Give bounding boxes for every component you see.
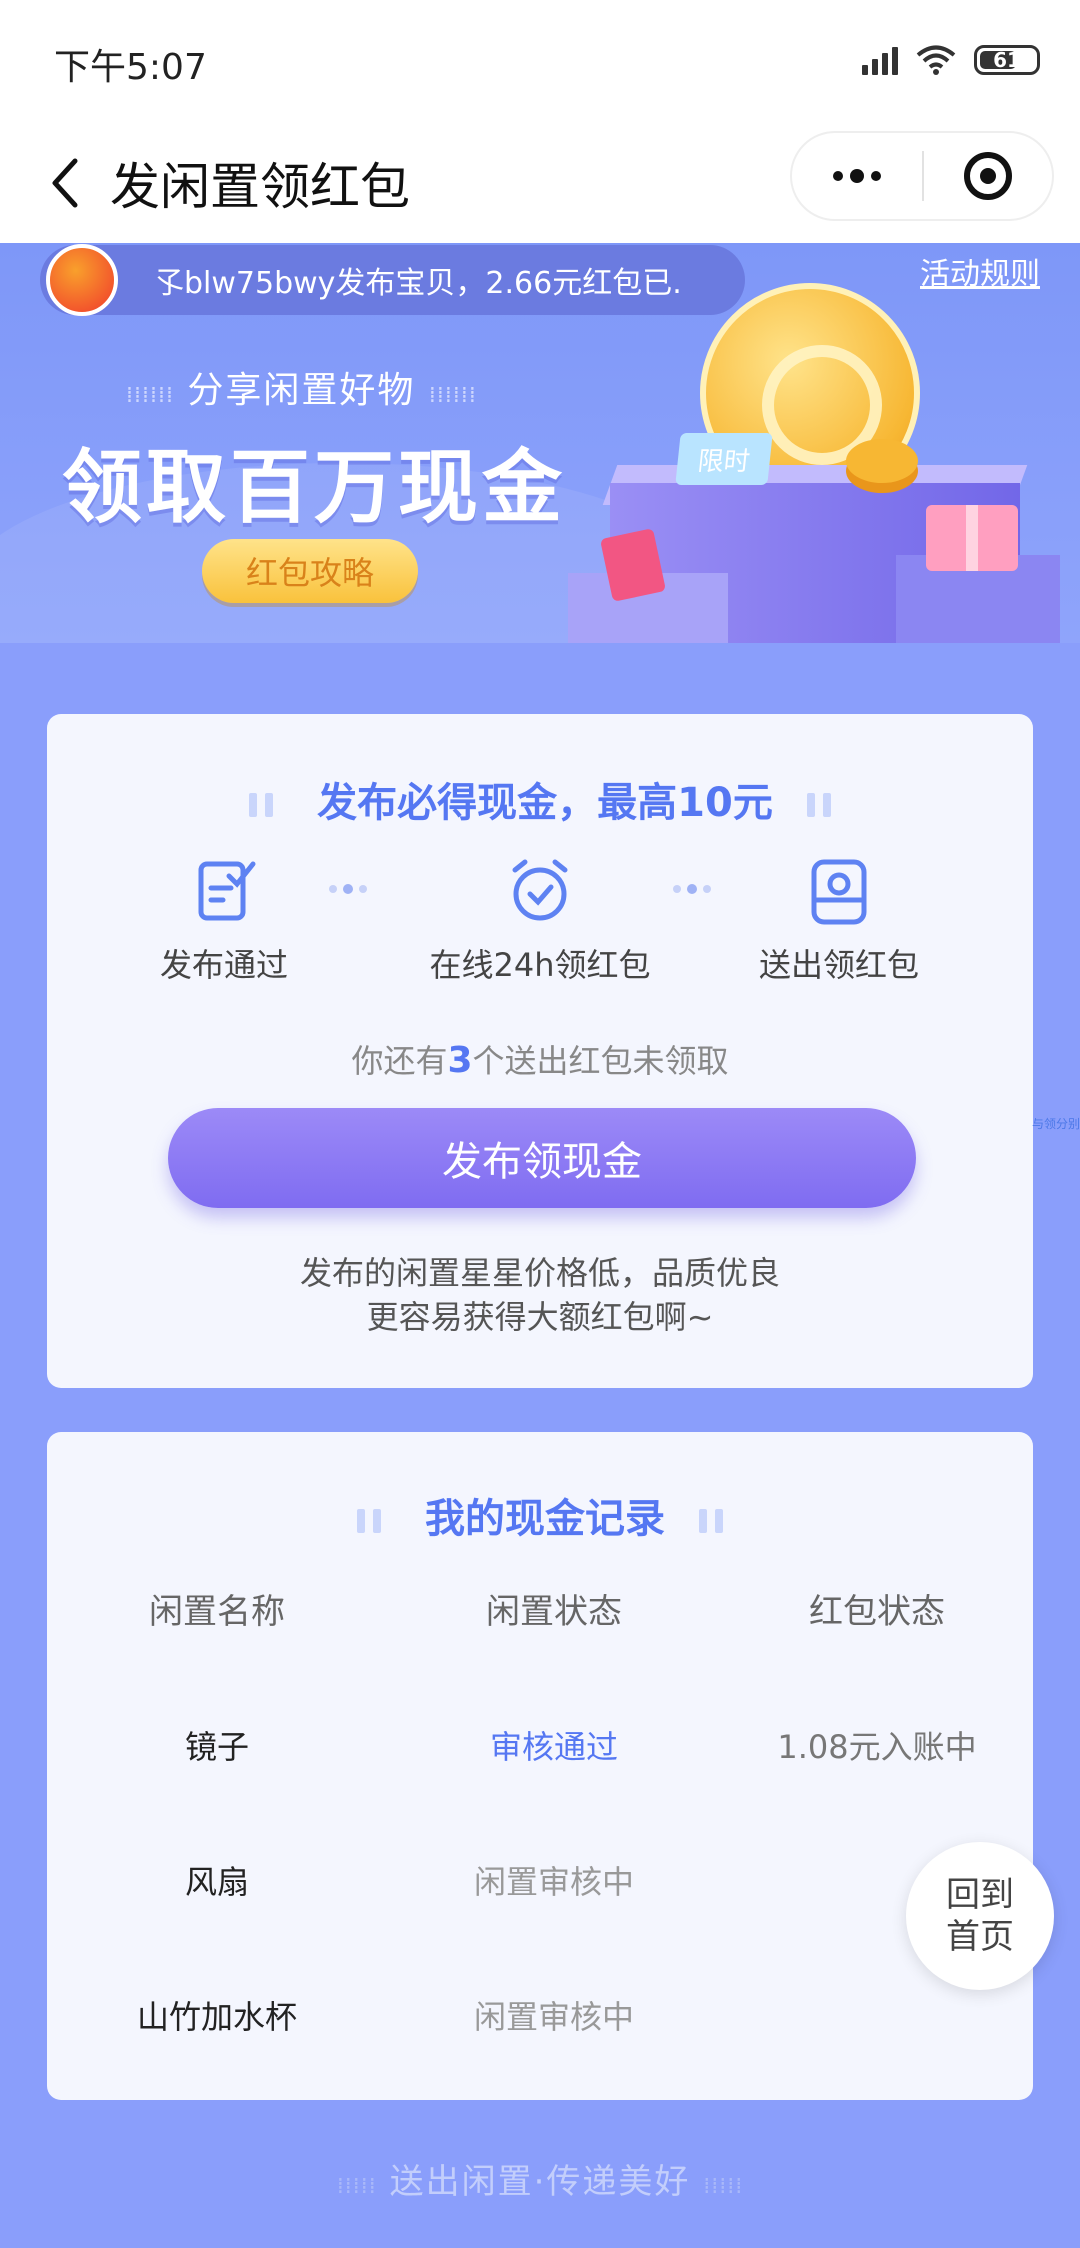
battery-icon: 61 bbox=[974, 45, 1040, 75]
publish-card-title: 发布必得现金，最高10元 bbox=[47, 770, 1033, 828]
step-connector-dots bbox=[329, 884, 367, 894]
page-title: 发闲置领红包 bbox=[110, 158, 410, 216]
wifi-icon bbox=[916, 45, 956, 75]
coin-stack-icon bbox=[846, 439, 918, 483]
step-online-24h: 在线24h领红包 bbox=[420, 854, 660, 986]
step-label: 在线24h领红包 bbox=[429, 946, 651, 984]
home-button-line2: 首页 bbox=[946, 1917, 1014, 1957]
cash-record-title-text: 我的现金记录 bbox=[425, 1496, 665, 1542]
dots-decoration: ⁞⁞⁞⁞⁞ bbox=[703, 2174, 744, 2199]
limited-tag: 限时 bbox=[675, 433, 773, 485]
status-bar: 下午5:07 61 bbox=[0, 0, 1080, 125]
gift-box-icon bbox=[926, 505, 1018, 571]
banner-subtitle-text: 分享闲置好物 bbox=[187, 370, 416, 411]
row-item-name: 镜子 bbox=[184, 1728, 249, 1766]
avatar bbox=[46, 244, 118, 316]
side-tiny-text: 与领分别 bbox=[1031, 1117, 1080, 1131]
signal-icon bbox=[862, 45, 898, 75]
banner-title: 领取百万现金 bbox=[62, 441, 566, 534]
mini-program-capsule bbox=[790, 131, 1054, 221]
row-item-status: 审核通过 bbox=[489, 1728, 618, 1766]
hero-banner: 限时 孓blw75bwy发布宝贝，2.66元红包已. 活动规则 ⁞⁞⁞⁞⁞⁞ 分… bbox=[0, 243, 1080, 643]
row-item-name: 风扇 bbox=[184, 1863, 249, 1901]
bars-decoration bbox=[353, 1496, 385, 1542]
column-header-redpacket: 红包状态 bbox=[809, 1592, 945, 1632]
row-redpacket-status: 1.08元入账中 bbox=[777, 1728, 977, 1766]
box-icon bbox=[802, 854, 876, 928]
alarm-clock-icon bbox=[503, 854, 577, 928]
bars-decoration bbox=[245, 780, 277, 826]
more-dots-icon[interactable] bbox=[792, 133, 922, 219]
publish-card: 发布必得现金，最高10元 发布通过 在线24h领红包 送出领红包 你还有3个送出… bbox=[47, 714, 1033, 1388]
bars-decoration bbox=[695, 1496, 727, 1542]
cash-record-title: 我的现金记录 bbox=[47, 1486, 1033, 1544]
battery-level: 61 bbox=[993, 48, 1021, 72]
nav-bar: 发闲置领红包 bbox=[0, 125, 1080, 243]
status-time: 下午5:07 bbox=[54, 47, 207, 88]
activity-rules-link[interactable]: 活动规则 bbox=[920, 249, 1040, 293]
cash-record-card: 我的现金记录 闲置名称 闲置状态 红包状态 镜子 审核通过 1.08元入账中 风… bbox=[47, 1432, 1033, 2100]
publish-card-title-text: 发布必得现金，最高10元 bbox=[317, 780, 773, 826]
step-publish-pass: 发布通过 bbox=[104, 854, 344, 986]
row-item-name: 山竹加水杯 bbox=[136, 1998, 297, 2036]
dots-decoration: ⁞⁞⁞⁞⁞⁞ bbox=[126, 383, 174, 408]
dots-decoration: ⁞⁞⁞⁞⁞ bbox=[336, 2174, 377, 2199]
publish-cash-button[interactable]: 发布领现金 bbox=[168, 1108, 916, 1208]
step-label: 送出领红包 bbox=[758, 946, 919, 984]
banner-subtitle: ⁞⁞⁞⁞⁞⁞ 分享闲置好物 ⁞⁞⁞⁞⁞⁞ bbox=[126, 361, 477, 413]
footer-slogan-text: 送出闲置·传递美好 bbox=[389, 2162, 691, 2202]
footer-slogan: ⁞⁞⁞⁞⁞ 送出闲置·传递美好 ⁞⁞⁞⁞⁞ bbox=[0, 2154, 1080, 2203]
step-label: 发布通过 bbox=[159, 946, 288, 984]
dots-decoration: ⁞⁞⁞⁞⁞⁞ bbox=[428, 383, 477, 408]
steps-row: 发布通过 在线24h领红包 送出领红包 bbox=[47, 854, 1033, 994]
status-icons: 61 bbox=[862, 44, 1040, 76]
ticker-text: 孓blw75bwy发布宝贝，2.66元红包已. bbox=[154, 266, 682, 301]
home-button-line1: 回到 bbox=[946, 1875, 1014, 1915]
tip-line-2: 更容易获得大额红包啊~ bbox=[366, 1298, 714, 1336]
strategy-button[interactable]: 红包攻略 bbox=[202, 539, 418, 603]
pending-suffix: 个送出红包未领取 bbox=[472, 1042, 729, 1080]
target-circle-icon[interactable] bbox=[924, 133, 1052, 219]
column-header-name: 闲置名称 bbox=[149, 1592, 285, 1632]
pending-redpacket-text: 你还有3个送出红包未领取 bbox=[47, 1036, 1033, 1082]
back-button[interactable] bbox=[36, 155, 92, 211]
broadcast-ticker: 孓blw75bwy发布宝贝，2.66元红包已. bbox=[40, 244, 745, 316]
step-send-out: 送出领红包 bbox=[719, 854, 959, 986]
step-connector-dots bbox=[673, 884, 711, 894]
row-item-status: 闲置审核中 bbox=[473, 1998, 634, 2036]
tip-line-1: 发布的闲置星星价格低，品质优良 bbox=[299, 1254, 780, 1292]
pending-count: 3 bbox=[447, 1040, 473, 1081]
back-to-home-button[interactable]: 回到 首页 bbox=[906, 1842, 1054, 1990]
row-item-status: 闲置审核中 bbox=[473, 1863, 634, 1901]
column-header-status: 闲置状态 bbox=[486, 1592, 622, 1632]
bars-decoration bbox=[803, 780, 835, 826]
edit-doc-icon bbox=[187, 854, 261, 928]
pending-prefix: 你还有 bbox=[351, 1042, 448, 1080]
chevron-left-icon bbox=[52, 158, 78, 208]
